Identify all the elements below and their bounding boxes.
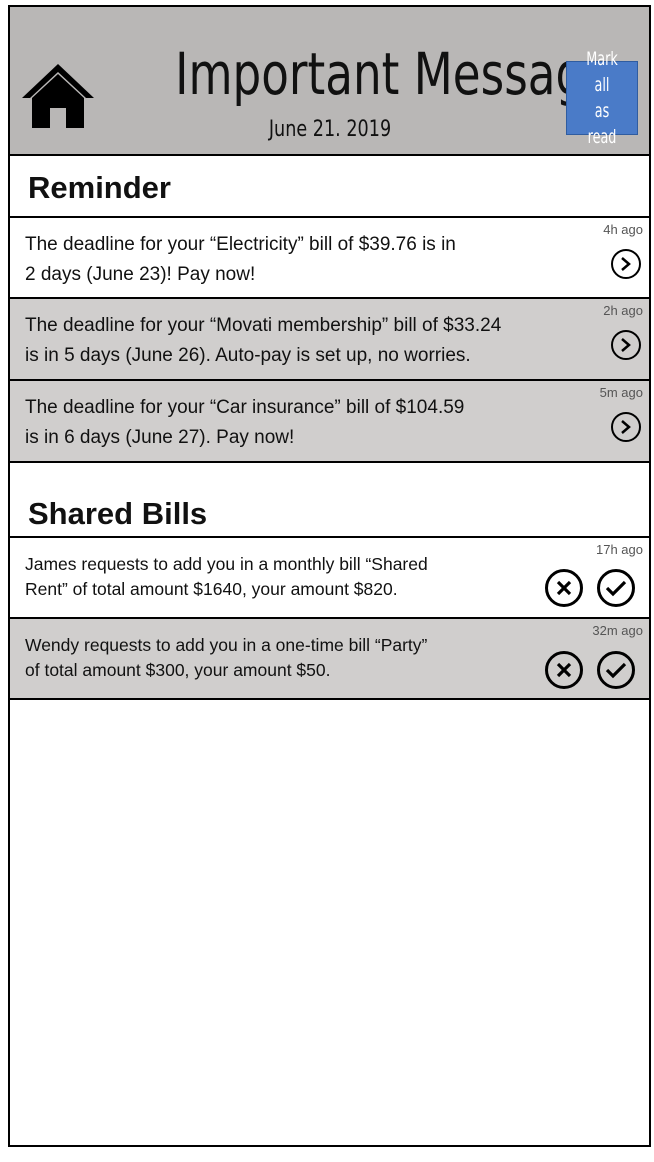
page-date: June 21. 2019 bbox=[268, 117, 392, 142]
mark-all-read-button[interactable]: Mark all as read bbox=[566, 48, 638, 148]
shared-bills-heading: Shared Bills bbox=[28, 496, 208, 531]
check-circle-icon[interactable] bbox=[597, 651, 635, 689]
shared-bill-message-line1: Wendy requests to add you in a one-time … bbox=[25, 635, 428, 655]
reminder-time: 5m ago bbox=[599, 385, 643, 400]
reminder-message-line1: The deadline for your “Electricity” bill… bbox=[25, 234, 456, 255]
reminder-message-line2: is in 5 days (June 26). Auto-pay is set … bbox=[25, 345, 471, 366]
reminder-message-line2: 2 days (June 23)! Pay now! bbox=[25, 264, 256, 285]
shared-bill-message-line1: James requests to add you in a monthly b… bbox=[25, 554, 428, 574]
reminder-heading: Reminder bbox=[28, 170, 171, 205]
reminder-item[interactable]: The deadline for your “Movati membership… bbox=[10, 297, 649, 381]
reminder-message-line2: is in 6 days (June 27). Pay now! bbox=[25, 427, 295, 448]
shared-bill-time: 32m ago bbox=[592, 623, 643, 638]
shared-bill-message: Wendy requests to add you in a one-time … bbox=[25, 633, 505, 683]
reminder-message: The deadline for your “Electricity” bill… bbox=[25, 230, 545, 290]
x-circle-icon[interactable] bbox=[545, 651, 583, 689]
header-bar: Important Message June 21. 2019 Mark all… bbox=[10, 7, 649, 156]
home-icon[interactable] bbox=[20, 62, 96, 130]
reminder-time: 2h ago bbox=[603, 303, 643, 318]
mark-all-read-line1: Mark all bbox=[586, 48, 618, 96]
chevron-right-circle-icon[interactable] bbox=[611, 249, 641, 279]
mark-all-read-label: Mark all as read bbox=[573, 46, 630, 150]
reminder-message: The deadline for your “Movati membership… bbox=[25, 311, 545, 371]
reminder-message-line1: The deadline for your “Car insurance” bi… bbox=[25, 397, 465, 418]
chevron-right-circle-icon[interactable] bbox=[611, 412, 641, 442]
reminder-message-line1: The deadline for your “Movati membership… bbox=[25, 315, 502, 336]
shared-bill-request: James requests to add you in a monthly b… bbox=[10, 536, 649, 619]
mark-all-read-line2: as read bbox=[587, 100, 617, 148]
reminder-item[interactable]: The deadline for your “Car insurance” bi… bbox=[10, 379, 649, 463]
reminder-item[interactable]: The deadline for your “Electricity” bill… bbox=[10, 216, 649, 299]
phone-frame: Important Message June 21. 2019 Mark all… bbox=[8, 5, 651, 1147]
chevron-right-circle-icon[interactable] bbox=[611, 330, 641, 360]
shared-bill-request: Wendy requests to add you in a one-time … bbox=[10, 617, 649, 700]
x-circle-icon[interactable] bbox=[545, 569, 583, 607]
shared-bill-message-line2: of total amount $300, your amount $50. bbox=[25, 660, 331, 680]
reminder-time: 4h ago bbox=[603, 222, 643, 237]
shared-bill-message: James requests to add you in a monthly b… bbox=[25, 552, 505, 602]
page-title: Important Message bbox=[175, 40, 613, 108]
shared-bill-time: 17h ago bbox=[596, 542, 643, 557]
reminder-message: The deadline for your “Car insurance” bi… bbox=[25, 393, 545, 453]
shared-bill-message-line2: Rent” of total amount $1640, your amount… bbox=[25, 579, 398, 599]
check-circle-icon[interactable] bbox=[597, 569, 635, 607]
